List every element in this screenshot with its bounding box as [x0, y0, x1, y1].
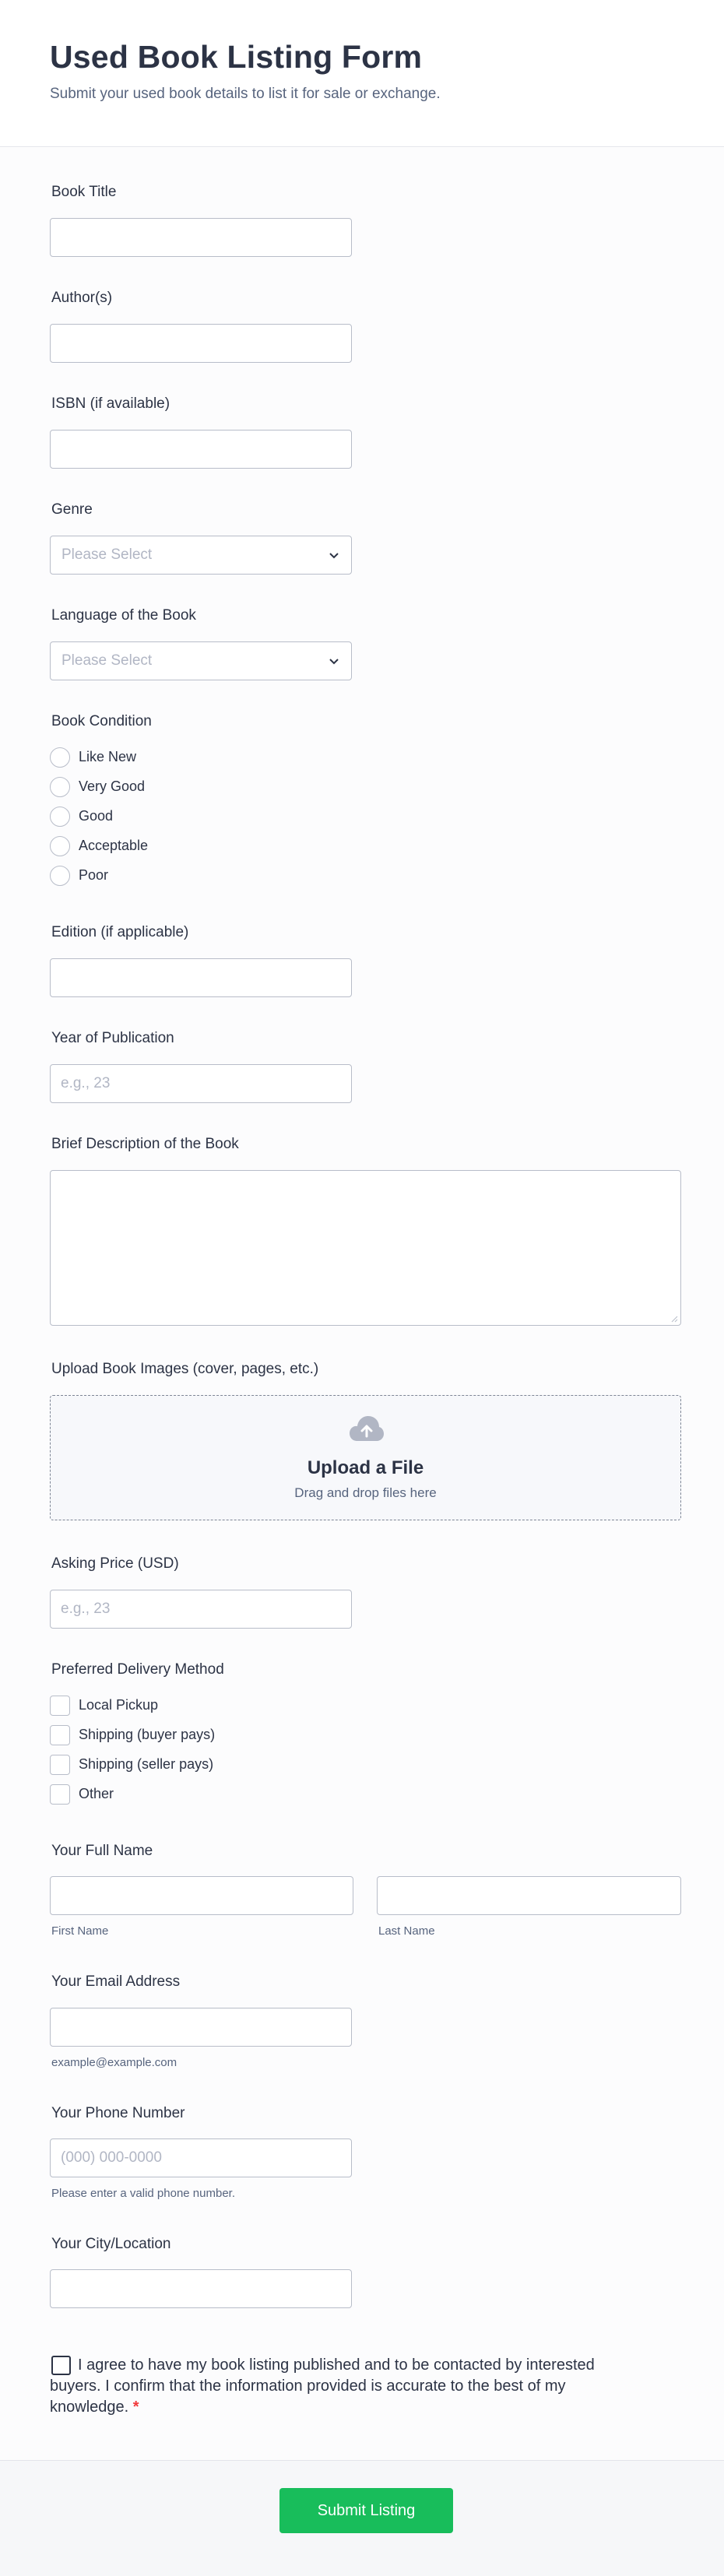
genre-dropdown[interactable]: Please Select — [50, 536, 352, 575]
language-placeholder: Please Select — [62, 652, 153, 669]
city-label: Your City/Location — [51, 2236, 171, 2252]
book-title-input[interactable] — [50, 218, 352, 257]
email-label: Your Email Address — [51, 1973, 181, 1990]
condition-option-label: Like New — [79, 749, 137, 764]
genre-label: Genre — [51, 501, 93, 518]
delivery-option-label: Shipping (seller pays) — [79, 1756, 214, 1772]
condition-option-label: Good — [79, 808, 114, 824]
chevron-down-icon — [329, 553, 339, 559]
authors-label: Author(s) — [51, 290, 113, 306]
email-input[interactable] — [50, 2008, 352, 2047]
chevron-down-icon — [329, 659, 339, 665]
full-name-label: Your Full Name — [51, 1843, 153, 1859]
authors-input[interactable] — [50, 324, 352, 363]
book-title-label: Book Title — [51, 184, 117, 200]
phone-sublabel: Please enter a valid phone number. — [51, 2187, 235, 2200]
delivery-label: Preferred Delivery Method — [51, 1661, 224, 1678]
radio-button[interactable] — [50, 807, 70, 827]
condition-option-label: Poor — [79, 867, 109, 883]
price-input[interactable] — [50, 1590, 352, 1629]
checkbox[interactable] — [50, 1696, 70, 1716]
delivery-option-label: Other — [79, 1786, 114, 1801]
delivery-option-label: Local Pickup — [79, 1697, 159, 1713]
year-label: Year of Publication — [51, 1030, 174, 1046]
last-name-sublabel: Last Name — [378, 1924, 435, 1938]
file-upload-dropzone[interactable]: Upload a File Drag and drop files here — [50, 1395, 681, 1520]
radio-button[interactable] — [50, 866, 70, 886]
description-textarea[interactable] — [50, 1170, 681, 1326]
page-subtitle: Submit your used book details to list it… — [50, 86, 441, 102]
first-name-sublabel: First Name — [51, 1924, 109, 1938]
cloud-upload-icon — [350, 1416, 384, 1441]
last-name-input[interactable] — [377, 1876, 681, 1915]
agreement-text: I agree to have my book listing publishe… — [50, 2355, 618, 2418]
upload-title: Upload a File — [307, 1457, 424, 1478]
isbn-input[interactable] — [50, 430, 352, 469]
language-dropdown[interactable]: Please Select — [50, 641, 352, 680]
genre-placeholder: Please Select — [62, 546, 153, 563]
images-label: Upload Book Images (cover, pages, etc.) — [51, 1361, 319, 1377]
year-input[interactable] — [50, 1064, 352, 1103]
phone-label: Your Phone Number — [51, 2105, 185, 2121]
isbn-label: ISBN (if available) — [51, 395, 170, 412]
email-sublabel: example@example.com — [51, 2056, 177, 2069]
first-name-input[interactable] — [50, 1876, 353, 1915]
language-label: Language of the Book — [51, 607, 196, 624]
checkbox[interactable] — [50, 1755, 70, 1775]
agreement-checkbox[interactable] — [51, 2356, 71, 2375]
upload-subtitle: Drag and drop files here — [294, 1485, 437, 1500]
city-input[interactable] — [50, 2269, 352, 2308]
required-mark: * — [132, 2399, 139, 2416]
condition-option-label: Acceptable — [79, 838, 149, 853]
radio-button[interactable] — [50, 836, 70, 856]
phone-input[interactable] — [50, 2138, 352, 2177]
radio-button[interactable] — [50, 777, 70, 797]
condition-option-label: Very Good — [79, 778, 146, 794]
edition-label: Edition (if applicable) — [51, 924, 189, 940]
agreement-label: I agree to have my book listing publishe… — [50, 2356, 595, 2416]
checkbox[interactable] — [50, 1725, 70, 1745]
page-title: Used Book Listing Form — [50, 39, 423, 75]
submit-button[interactable]: Submit Listing — [279, 2488, 453, 2533]
condition-label: Book Condition — [51, 713, 152, 729]
radio-button[interactable] — [50, 747, 70, 768]
description-label: Brief Description of the Book — [51, 1136, 239, 1152]
form-header: Used Book Listing Form Submit your used … — [0, 0, 724, 147]
delivery-option-label: Shipping (buyer pays) — [79, 1727, 216, 1742]
checkbox[interactable] — [50, 1784, 70, 1805]
price-label: Asking Price (USD) — [51, 1555, 179, 1572]
edition-input[interactable] — [50, 958, 352, 997]
resize-handle-icon[interactable] — [670, 1315, 678, 1323]
form-footer: Submit Listing — [0, 2460, 724, 2576]
